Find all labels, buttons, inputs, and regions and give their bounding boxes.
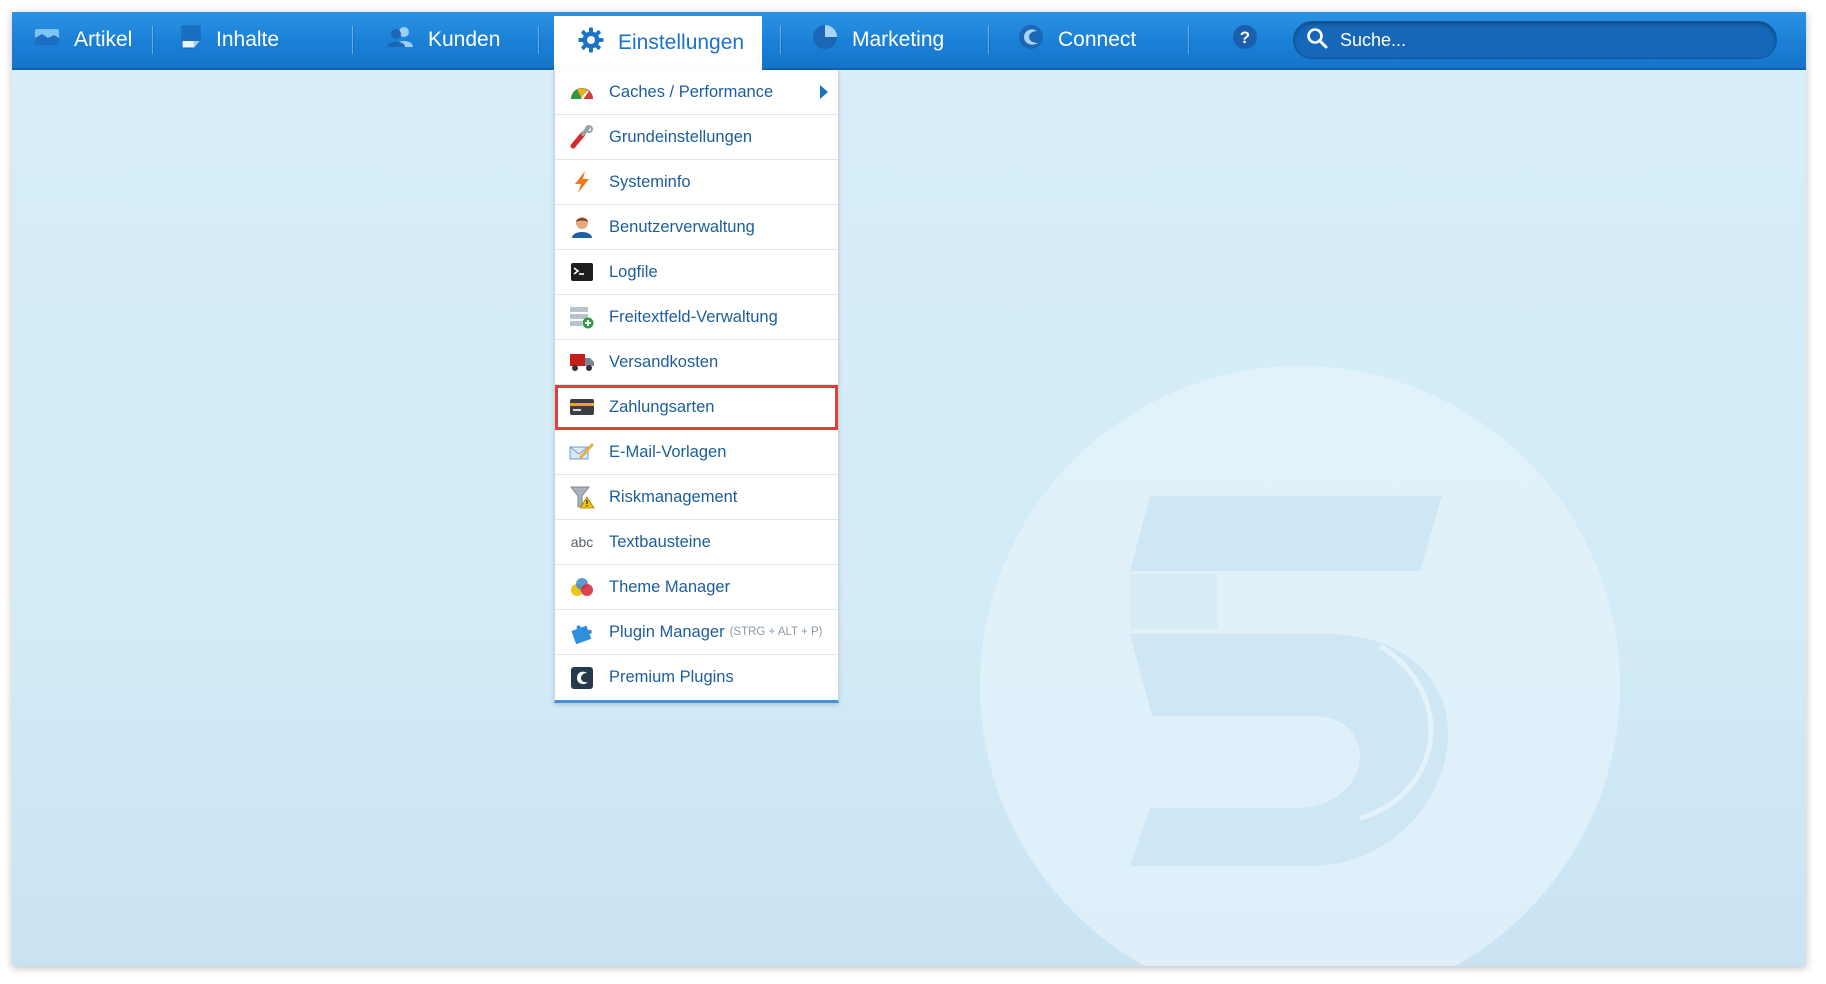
nav-item-connect[interactable]: Connect <box>1018 12 1136 68</box>
nav-item-label: Inhalte <box>216 28 280 51</box>
keyboard-shortcut-hint: (STRG + ALT + P) <box>729 626 823 638</box>
menu-item-textbausteine[interactable]: abc Textbausteine <box>555 520 838 565</box>
abc-icon: abc <box>570 534 594 550</box>
svg-text:?: ? <box>1240 28 1250 47</box>
menu-item-label: Logfile <box>609 262 658 281</box>
wrench-icon <box>569 125 595 149</box>
menu-item-label: Freitextfeld-Verwaltung <box>609 307 778 326</box>
premium-plugins-icon <box>569 666 595 690</box>
nav-separator <box>538 26 539 54</box>
user-icon <box>569 215 595 239</box>
menu-item-versandkosten[interactable]: Versandkosten <box>555 340 838 385</box>
nav-item-label: Marketing <box>852 28 945 51</box>
menu-item-label: Systeminfo <box>609 172 691 191</box>
menu-item-label: Riskmanagement <box>609 487 738 506</box>
customers-icon <box>386 26 414 54</box>
menu-item-label: Versandkosten <box>609 352 719 371</box>
lightning-icon <box>569 170 595 194</box>
menu-item-label: Benutzerverwaltung <box>609 217 755 236</box>
nav-item-artikel[interactable]: Artikel <box>34 12 132 68</box>
nav-item-label: Kunden <box>428 28 501 51</box>
shopware-logo-icon <box>1018 24 1044 56</box>
nav-separator <box>152 26 153 54</box>
menu-item-plugin-manager[interactable]: Plugin Manager (STRG + ALT + P) <box>555 610 838 655</box>
add-field-icon <box>569 305 595 329</box>
theme-color-drops-icon <box>569 575 595 599</box>
gear-icon <box>578 27 604 59</box>
menu-item-benutzerverwaltung[interactable]: Benutzerverwaltung <box>555 205 838 250</box>
menu-item-label: E-Mail-Vorlagen <box>609 442 727 461</box>
truck-icon <box>569 350 595 374</box>
nav-item-label: Connect <box>1058 28 1137 51</box>
nav-item-einstellungen[interactable]: Einstellungen <box>554 16 762 70</box>
menu-item-label: Premium Plugins <box>609 668 734 686</box>
terminal-icon <box>569 260 595 284</box>
nav-separator <box>352 26 353 54</box>
main-navigation-bar: Artikel Inhalte Kunden Einstellungen Mar… <box>12 12 1806 70</box>
search-icon <box>1306 27 1328 54</box>
nav-item-marketing[interactable]: Marketing <box>812 12 944 68</box>
menu-item-logfile[interactable]: Logfile <box>555 250 838 295</box>
menu-item-grundeinstellungen[interactable]: Grundeinstellungen <box>555 115 838 160</box>
nav-item-label: Einstellungen <box>618 31 745 54</box>
menu-item-systeminfo[interactable]: Systeminfo <box>555 160 838 205</box>
search-box[interactable] <box>1293 21 1777 59</box>
menu-item-zahlungsarten[interactable]: Zahlungsarten <box>555 385 838 430</box>
menu-item-caches-performance[interactable]: Caches / Performance <box>555 70 838 115</box>
nav-separator <box>780 26 781 54</box>
menu-item-label: Grundeinstellungen <box>609 127 753 146</box>
email-template-icon <box>569 440 595 464</box>
content-icon <box>180 25 202 55</box>
menu-item-label: Caches / Performance <box>609 82 774 101</box>
menu-item-email-vorlagen[interactable]: E-Mail-Vorlagen <box>555 430 838 475</box>
menu-item-label: Zahlungsarten <box>609 397 715 416</box>
settings-dropdown-menu: Caches / Performance Grundeinstellungen … <box>554 70 839 703</box>
pie-chart-icon <box>812 24 838 56</box>
menu-item-riskmanagement[interactable]: Riskmanagement <box>555 475 838 520</box>
menu-item-label: Theme Manager <box>609 577 731 596</box>
menu-item-label: Textbausteine <box>609 532 711 551</box>
speedometer-icon <box>569 80 595 104</box>
nav-item-inhalte[interactable]: Inhalte <box>180 12 279 68</box>
menu-item-theme-manager[interactable]: Theme Manager <box>555 565 838 610</box>
articles-icon <box>34 27 60 53</box>
nav-item-kunden[interactable]: Kunden <box>386 12 500 68</box>
credit-card-icon <box>569 395 595 419</box>
menu-item-label: Plugin Manager <box>609 622 725 641</box>
nav-item-label: Artikel <box>74 28 133 51</box>
menu-item-freitextfeld-verwaltung[interactable]: Freitextfeld-Verwaltung <box>555 295 838 340</box>
search-input[interactable] <box>1338 28 1762 52</box>
nav-separator <box>988 26 989 54</box>
menu-item-premium-plugins[interactable]: Premium Plugins <box>555 655 838 700</box>
nav-separator <box>1188 26 1189 54</box>
help-button[interactable]: ? <box>1232 12 1258 68</box>
help-icon: ? <box>1232 24 1258 56</box>
submenu-arrow-icon <box>820 85 828 99</box>
filter-warning-icon <box>569 485 595 509</box>
backend-window: Artikel Inhalte Kunden Einstellungen Mar… <box>12 12 1806 966</box>
shopware-logo-watermark <box>980 366 1620 966</box>
puzzle-icon <box>569 620 595 644</box>
